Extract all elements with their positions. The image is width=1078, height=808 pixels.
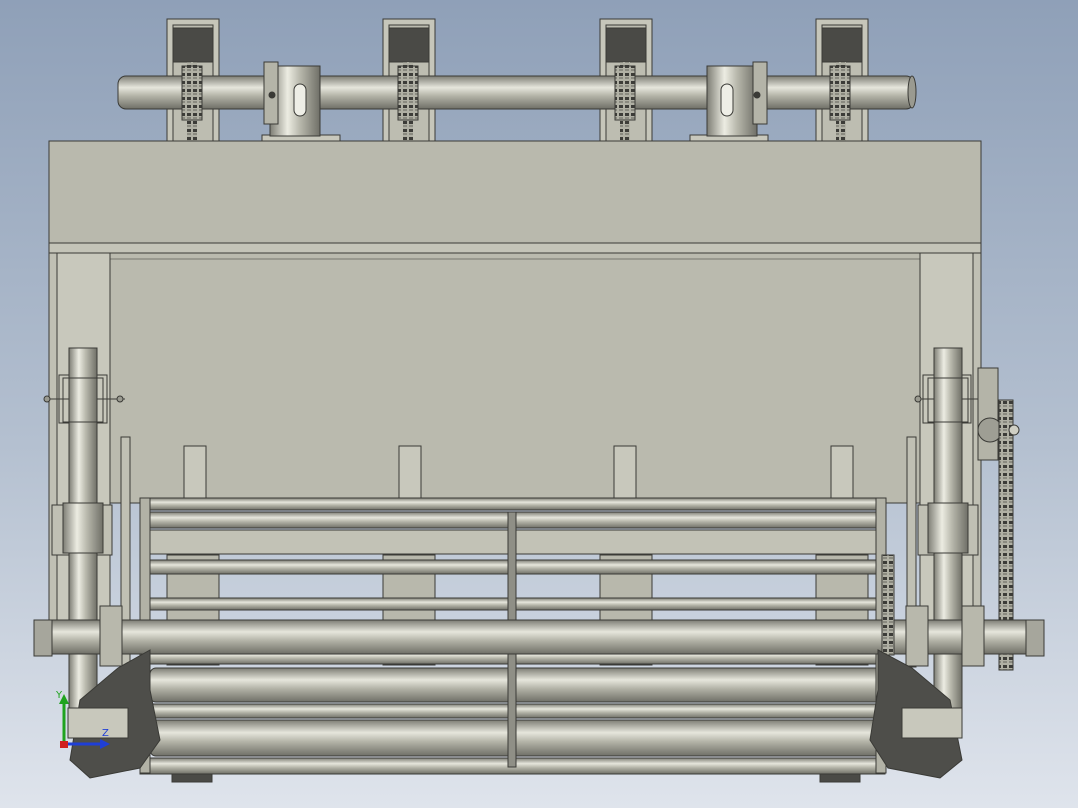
orientation-triad: Y Z: [55, 690, 110, 749]
roller-end-chain: [881, 554, 895, 656]
lift-column-left: [62, 347, 104, 739]
x-axis-marker: [60, 741, 68, 748]
lift-column-right: [927, 347, 969, 739]
bottom-feet: [171, 773, 861, 783]
machine-assembly-model[interactable]: [0, 0, 1078, 808]
graphics-viewport[interactable]: Y Z: [0, 0, 1078, 808]
y-axis-label: Y: [55, 690, 63, 701]
z-axis-arrowhead: [100, 739, 110, 749]
top-shaft: [117, 75, 917, 110]
z-axis-label: Z: [102, 728, 109, 739]
